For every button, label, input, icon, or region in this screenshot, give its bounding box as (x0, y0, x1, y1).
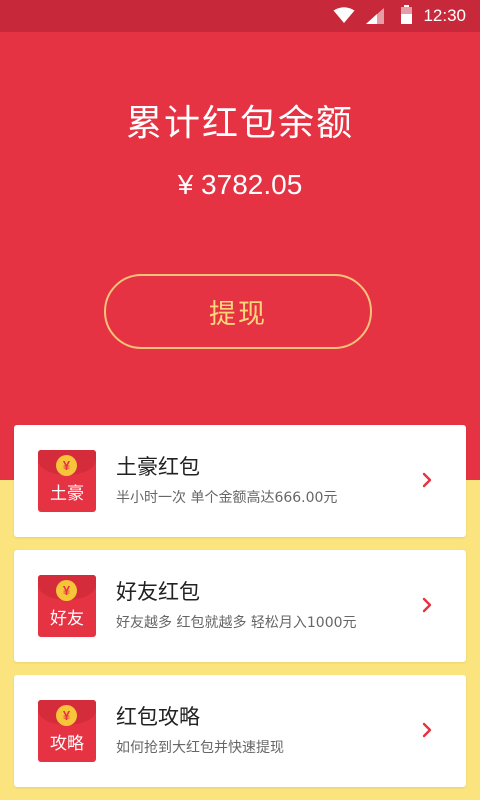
balance-title: 累计红包余额 (125, 103, 354, 144)
coin-icon: ¥ (56, 705, 77, 726)
coin-icon: ¥ (56, 455, 77, 476)
chevron-right-icon (422, 472, 432, 488)
battery-icon (401, 5, 412, 24)
red-packet-icon: ¥ 好友 (38, 575, 96, 637)
card-friends-red-packet[interactable]: ¥ 好友 好友红包 好友越多 红包就越多 轻松月入1000元 (14, 550, 466, 662)
status-bar: 12:30 (0, 0, 480, 32)
chevron-right-icon (422, 722, 432, 738)
wifi-icon (333, 7, 355, 23)
signal-icon (366, 8, 384, 24)
card-title: 红包攻略 (116, 705, 200, 729)
red-packet-icon: ¥ 土豪 (38, 450, 96, 512)
withdraw-button[interactable]: 提现 (104, 274, 372, 349)
balance-header: 累计红包余额 ¥ 3782.05 提现 (0, 32, 480, 480)
red-packet-icon-label: 好友 (50, 609, 84, 629)
red-packet-icon-label: 土豪 (50, 484, 84, 504)
red-packet-icon-label: 攻略 (50, 734, 84, 754)
red-packet-icon: ¥ 攻略 (38, 700, 96, 762)
status-time: 12:30 (423, 6, 466, 25)
card-tuhao-red-packet[interactable]: ¥ 土豪 土豪红包 半小时一次 单个金额高达666.00元 (14, 425, 466, 537)
coin-icon: ¥ (56, 580, 77, 601)
card-subtitle: 半小时一次 单个金额高达666.00元 (116, 490, 338, 506)
card-subtitle: 好友越多 红包就越多 轻松月入1000元 (116, 615, 357, 631)
card-title: 土豪红包 (116, 455, 200, 479)
card-subtitle: 如何抢到大红包并快速提现 (116, 740, 284, 756)
card-title: 好友红包 (116, 580, 200, 604)
card-red-packet-guide[interactable]: ¥ 攻略 红包攻略 如何抢到大红包并快速提现 (14, 675, 466, 787)
balance-amount: ¥ 3782.05 (177, 169, 303, 200)
chevron-right-icon (422, 597, 432, 613)
